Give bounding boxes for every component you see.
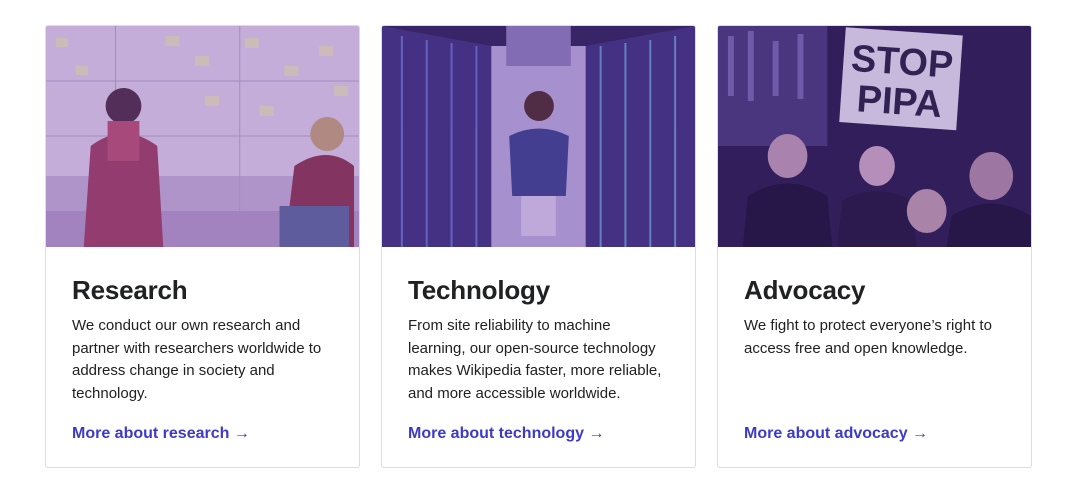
- card-description: From site reliability to machine learnin…: [408, 317, 662, 402]
- card-advocacy: STOP PIPA Advocacy We fight to protect e…: [717, 25, 1032, 468]
- technology-photo: [382, 26, 695, 247]
- card-description: We conduct our own research and partner …: [72, 317, 322, 402]
- advocacy-photo: STOP PIPA: [718, 26, 1031, 247]
- card-description: We fight to protect everyone’s right to …: [744, 317, 992, 357]
- more-about-technology-link[interactable]: More about technology →: [408, 425, 604, 443]
- research-photo: [46, 26, 359, 247]
- card-technology: Technology From site reliability to mach…: [381, 25, 696, 468]
- card-title: Technology: [408, 275, 550, 305]
- more-about-research-link[interactable]: More about research →: [72, 425, 250, 443]
- card-research: Research We conduct our own research and…: [45, 25, 360, 468]
- card-title: Research: [72, 275, 188, 305]
- cards-row: Research We conduct our own research and…: [45, 25, 1032, 468]
- card-title: Advocacy: [744, 275, 866, 305]
- more-about-advocacy-link[interactable]: More about advocacy →: [744, 425, 928, 443]
